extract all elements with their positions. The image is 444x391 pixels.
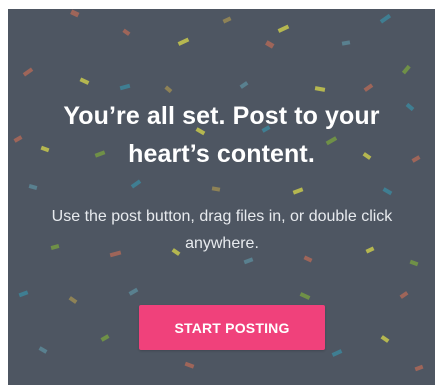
start-posting-button[interactable]: START POSTING bbox=[139, 305, 325, 350]
confetti-piece bbox=[341, 40, 351, 46]
confetti-piece bbox=[314, 86, 326, 92]
confetti-piece bbox=[164, 85, 173, 94]
confetti-piece bbox=[28, 184, 38, 190]
confetti-piece bbox=[130, 179, 142, 189]
confetti-piece bbox=[414, 364, 424, 372]
confetti-piece bbox=[222, 16, 232, 24]
confetti-piece bbox=[122, 28, 131, 36]
confetti-piece bbox=[184, 361, 195, 369]
confetti-piece bbox=[68, 296, 78, 304]
confetti-piece bbox=[22, 67, 34, 77]
confetti-piece bbox=[380, 335, 390, 343]
confetti-piece bbox=[299, 292, 311, 300]
confetti-piece bbox=[382, 187, 393, 196]
confetti-piece bbox=[18, 290, 29, 298]
onboarding-panel: You’re all set. Post to your heart’s con… bbox=[8, 9, 435, 385]
confetti-piece bbox=[399, 291, 409, 299]
confetti-piece bbox=[363, 83, 374, 92]
onboarding-headline: You’re all set. Post to your heart’s con… bbox=[63, 102, 380, 168]
onboarding-description: Use the post button, drag files in, or d… bbox=[51, 208, 393, 252]
confetti-piece bbox=[128, 287, 139, 296]
confetti-piece bbox=[379, 13, 392, 24]
confetti-piece bbox=[211, 186, 221, 192]
confetti-piece bbox=[265, 40, 275, 49]
confetti-piece bbox=[401, 64, 411, 75]
confetti-piece bbox=[331, 349, 343, 357]
confetti-piece bbox=[79, 77, 90, 85]
confetti-piece bbox=[292, 187, 304, 195]
confetti-piece bbox=[70, 9, 80, 18]
confetti-piece bbox=[100, 334, 110, 342]
confetti-piece bbox=[239, 81, 249, 89]
confetti-piece bbox=[119, 83, 131, 91]
confetti-piece bbox=[38, 346, 48, 354]
confetti-piece bbox=[243, 257, 254, 265]
confetti-piece bbox=[177, 37, 190, 46]
confetti-piece bbox=[409, 259, 419, 267]
confetti-piece bbox=[277, 24, 290, 33]
confetti-piece bbox=[13, 135, 23, 143]
